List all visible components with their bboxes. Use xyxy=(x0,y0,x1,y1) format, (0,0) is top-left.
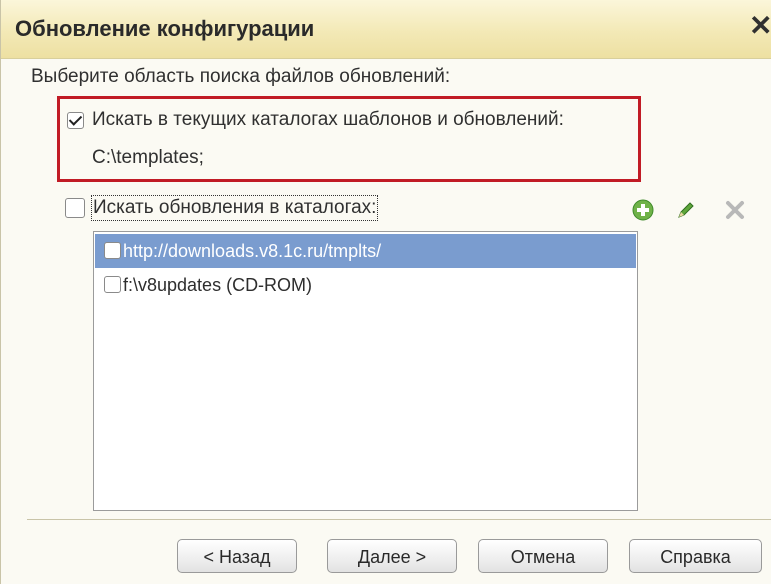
search-area-prompt: Выберите область поиска файлов обновлени… xyxy=(31,66,451,87)
list-item[interactable]: f:\v8updates (CD-ROM) xyxy=(95,268,636,302)
help-button[interactable]: Справка xyxy=(629,539,762,573)
list-item-label: f:\v8updates (CD-ROM) xyxy=(123,275,313,295)
list-item-checkbox[interactable] xyxy=(104,242,121,259)
list-item-checkbox[interactable] xyxy=(104,276,121,293)
next-button[interactable]: Далее > xyxy=(327,539,457,573)
search-catalogs-label[interactable]: Искать обновления в каталогах: xyxy=(90,195,379,221)
cancel-button[interactable]: Отмена xyxy=(478,539,608,573)
templates-path: C:\templates; xyxy=(92,147,204,168)
close-icon[interactable]: ✕ xyxy=(749,12,771,40)
search-catalogs-checkbox[interactable] xyxy=(65,198,85,218)
window-title: Обновление конфигурации xyxy=(15,16,315,41)
list-item-label: http://downloads.v8.1c.ru/tmplts/ xyxy=(123,241,382,261)
pencil-icon[interactable] xyxy=(675,199,697,221)
current-catalogs-label[interactable]: Искать в текущих каталогах шаблонов и об… xyxy=(92,109,564,131)
delete-x-icon[interactable] xyxy=(724,199,746,221)
current-catalogs-checkbox[interactable] xyxy=(67,112,84,129)
list-item[interactable]: http://downloads.v8.1c.ru/tmplts/ xyxy=(95,234,636,268)
divider xyxy=(27,519,771,520)
dialog-window: Обновление конфигурации ✕ Выберите облас… xyxy=(0,0,771,584)
back-button[interactable]: < Назад xyxy=(177,539,297,573)
add-icon[interactable] xyxy=(632,199,654,221)
title-bar[interactable]: Обновление конфигурации ✕ xyxy=(1,0,771,59)
catalog-list[interactable]: http://downloads.v8.1c.ru/tmplts/ f:\v8u… xyxy=(93,231,638,511)
